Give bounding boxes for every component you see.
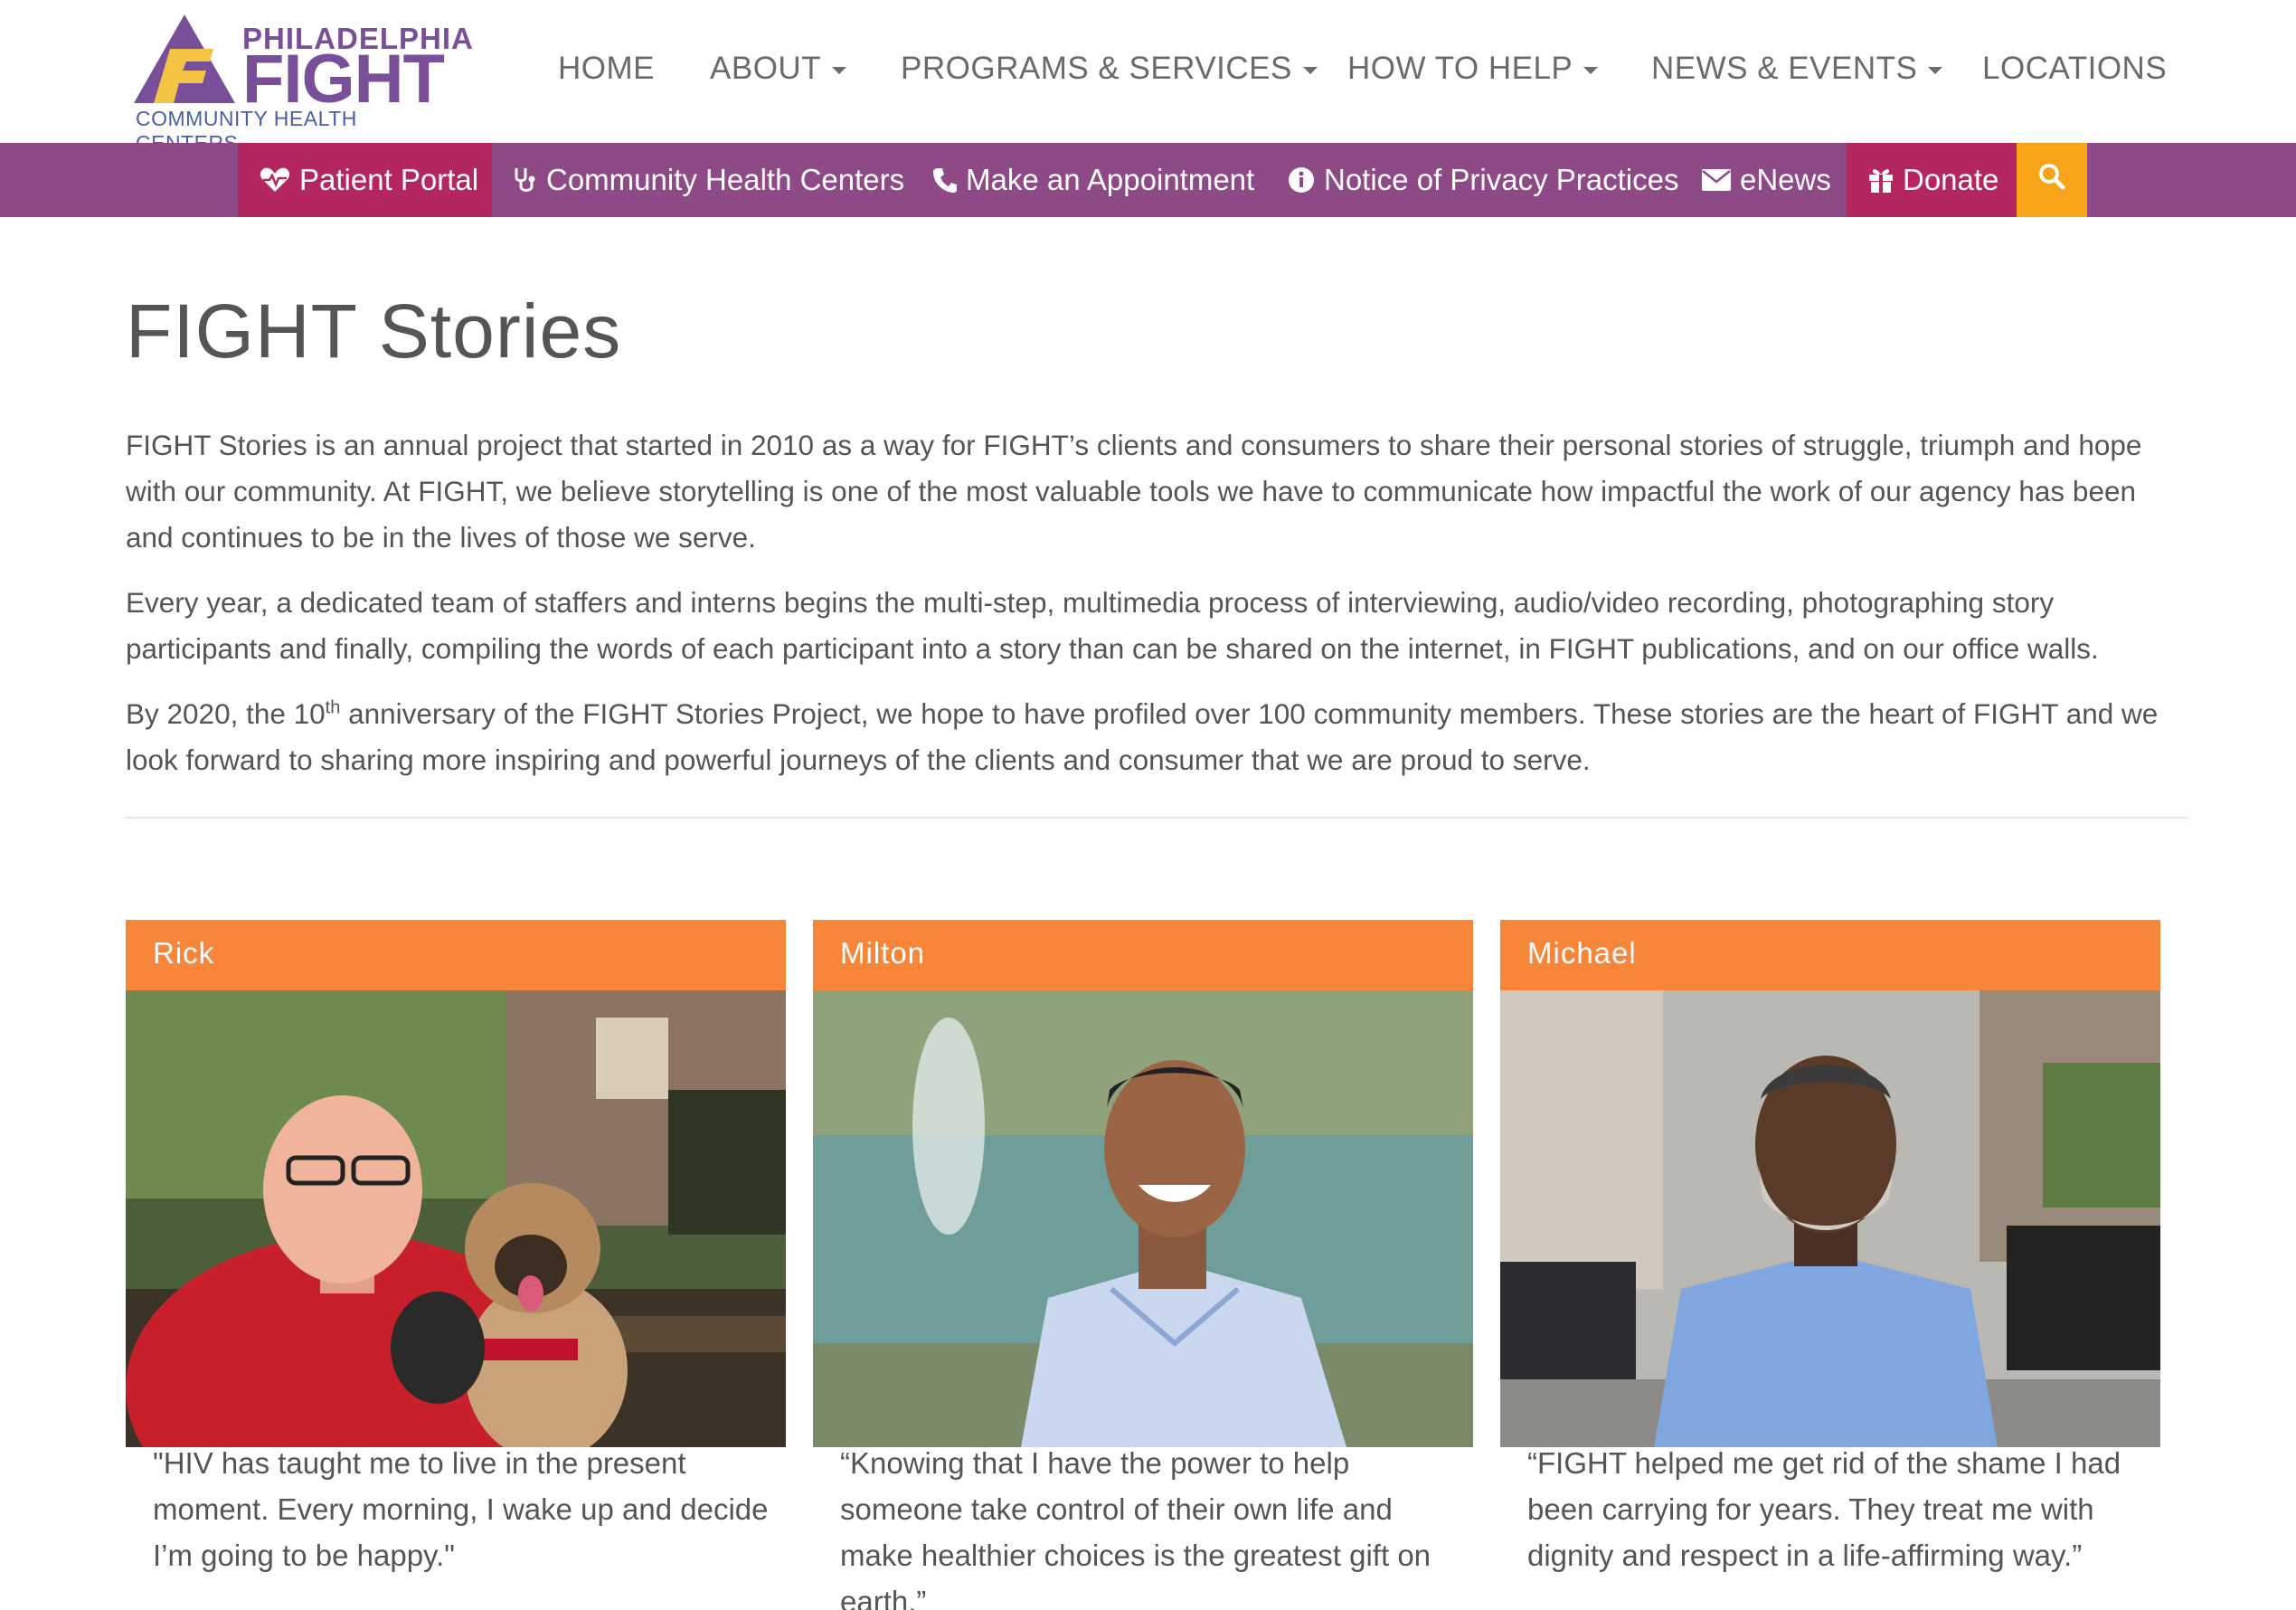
search-icon xyxy=(2038,163,2065,197)
story-name: Milton xyxy=(840,936,926,970)
heart-pulse-icon xyxy=(260,166,290,194)
patient-portal-button[interactable]: Patient Portal xyxy=(238,143,492,217)
card-header: Rick xyxy=(126,920,786,990)
donate-button[interactable]: Donate xyxy=(1847,143,2017,217)
intro-paragraph: FIGHT Stories is an annual project that … xyxy=(126,429,2142,554)
enews-link[interactable]: eNews xyxy=(1702,143,1831,217)
story-name: Michael xyxy=(1527,936,1637,970)
appointment-label: Make an Appointment xyxy=(966,163,1255,196)
donate-label: Donate xyxy=(1903,163,1999,196)
michael-photo[interactable] xyxy=(1500,990,2160,1447)
utility-bar: Patient Portal Community Health Centers … xyxy=(0,143,2296,217)
nav-news-events[interactable]: NEWS & EVENTS xyxy=(1651,51,1943,87)
envelope-icon xyxy=(1702,169,1731,191)
story-quote: “FIGHT helped me get rid of the shame I … xyxy=(1527,1446,2121,1572)
nav-home[interactable]: HOME xyxy=(558,51,655,87)
nav-about[interactable]: ABOUT xyxy=(710,51,847,87)
story-name: Rick xyxy=(153,936,215,970)
chevron-down-icon xyxy=(1302,66,1318,74)
story-quote: “Knowing that I have the power to help s… xyxy=(840,1446,1431,1610)
card-header: Milton xyxy=(813,920,1473,990)
page-title: FIGHT Stories xyxy=(126,289,622,374)
nav-how-to-help[interactable]: HOW TO HELP xyxy=(1347,51,1599,87)
content-divider xyxy=(126,817,2187,819)
enews-label: eNews xyxy=(1740,163,1831,196)
milton-photo[interactable] xyxy=(813,990,1473,1447)
anniversary-paragraph: By 2020, the 10th anniversary of the FIG… xyxy=(126,697,2159,776)
main-nav: HOME ABOUT PROGRAMS & SERVICES HOW TO HE… xyxy=(0,45,2296,99)
story-card-rick[interactable]: Rick "HIV has taught me to live in the p… xyxy=(126,920,786,1610)
gift-icon xyxy=(1868,166,1894,194)
story-card-milton[interactable]: Milton “Knowing that I have the power to… xyxy=(813,920,1473,1610)
phone-icon xyxy=(933,167,957,193)
patient-portal-label: Patient Portal xyxy=(299,163,479,196)
site-header: PHILADELPHIA FIGHT COMMUNITY HEALTH CENT… xyxy=(0,0,2296,155)
chevron-down-icon xyxy=(832,66,847,74)
make-appointment-link[interactable]: Make an Appointment xyxy=(933,143,1254,217)
nav-locations[interactable]: LOCATIONS xyxy=(1982,51,2167,87)
privacy-practices-link[interactable]: Notice of Privacy Practices xyxy=(1288,143,1678,217)
card-header: Michael xyxy=(1500,920,2160,990)
stethoscope-icon xyxy=(512,166,537,194)
privacy-label: Notice of Privacy Practices xyxy=(1324,163,1679,196)
story-card-michael[interactable]: Michael “FIGHT helped me get rid of the … xyxy=(1500,920,2160,1610)
story-quote: "HIV has taught me to live in the presen… xyxy=(153,1446,769,1572)
process-paragraph: Every year, a dedicated team of staffers… xyxy=(126,586,2099,665)
chevron-down-icon xyxy=(1928,66,1943,74)
search-button[interactable] xyxy=(2017,143,2087,217)
health-centers-label: Community Health Centers xyxy=(546,163,905,196)
nav-programs-services[interactable]: PROGRAMS & SERVICES xyxy=(901,51,1318,87)
community-health-centers-link[interactable]: Community Health Centers xyxy=(512,143,904,217)
info-circle-icon xyxy=(1288,166,1315,194)
chevron-down-icon xyxy=(1583,66,1599,74)
rick-photo[interactable] xyxy=(126,990,786,1447)
